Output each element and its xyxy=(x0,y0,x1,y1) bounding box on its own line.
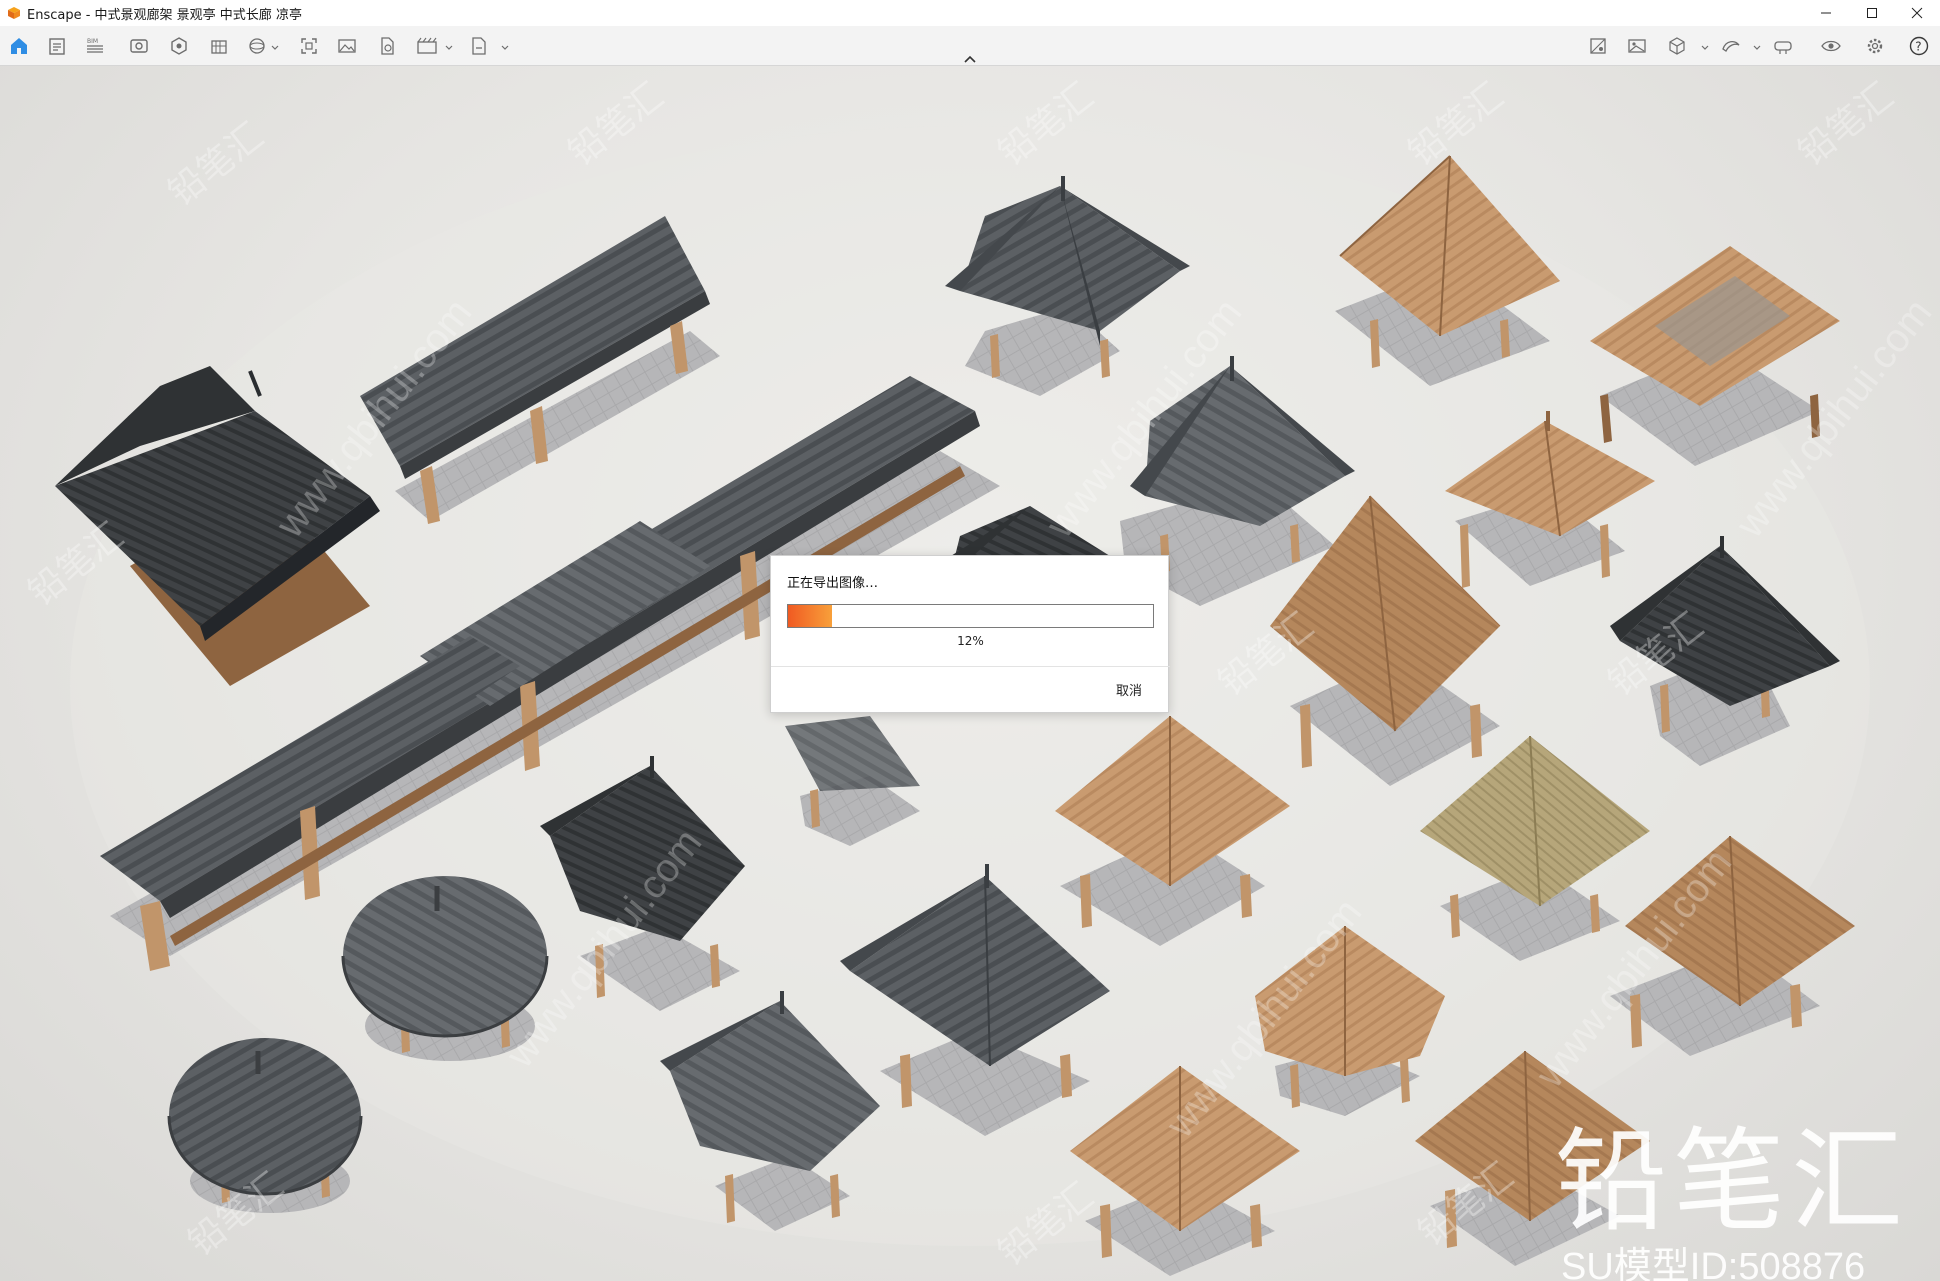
headset-button[interactable] xyxy=(1770,34,1796,58)
building-button[interactable] xyxy=(206,34,232,58)
building-icon xyxy=(211,40,227,54)
vr-button[interactable] xyxy=(1718,34,1744,58)
bim-icon: BIM xyxy=(87,38,103,53)
bim-button[interactable]: BIM xyxy=(82,34,108,58)
asset-library-button[interactable] xyxy=(166,34,192,58)
exe-export-button[interactable] xyxy=(466,34,492,58)
cube-icon xyxy=(1669,37,1685,55)
batch-render-button[interactable] xyxy=(374,34,400,58)
close-icon xyxy=(1911,7,1923,19)
cube-button[interactable] xyxy=(1664,34,1690,58)
dialog-divider xyxy=(771,666,1170,667)
image-icon xyxy=(1628,39,1646,53)
visibility-icon xyxy=(1821,40,1841,52)
vr-dropdown-icon[interactable] xyxy=(1752,44,1762,52)
progress-bar xyxy=(787,604,1154,628)
exe-export-icon xyxy=(472,37,486,55)
document-icon xyxy=(49,38,65,55)
batch-render-icon xyxy=(381,37,394,55)
cancel-button[interactable]: 取消 xyxy=(1116,680,1142,699)
views-icon xyxy=(249,38,265,54)
collapse-toolbar-icon[interactable] xyxy=(959,52,981,66)
screenshot-icon xyxy=(301,38,317,54)
material-editor-icon xyxy=(1590,38,1606,54)
enscape-logo-icon xyxy=(8,7,20,19)
svg-text:BIM: BIM xyxy=(87,38,98,45)
visual-settings-icon xyxy=(130,39,148,53)
export-progress-dialog: 正在导出图像… 12% 取消 xyxy=(770,555,1170,713)
video-export-icon xyxy=(417,37,437,54)
model-id-label: SU模型ID:508876 xyxy=(1561,1246,1866,1281)
brand-watermark: 铅笔汇 xyxy=(1555,1117,1909,1247)
video-export-button[interactable] xyxy=(414,34,440,58)
settings-button[interactable] xyxy=(1862,34,1888,58)
material-editor-button[interactable] xyxy=(1585,34,1611,58)
cube-dropdown-icon[interactable] xyxy=(1700,44,1710,52)
minimize-button[interactable] xyxy=(1803,0,1849,26)
home-button[interactable] xyxy=(6,34,32,58)
views-button[interactable] xyxy=(244,34,270,58)
maximize-icon xyxy=(1867,8,1877,18)
exe-dropdown-icon[interactable] xyxy=(500,44,510,52)
views-dropdown-icon[interactable] xyxy=(270,44,280,52)
image-button[interactable] xyxy=(1624,34,1650,58)
title-bar: Enscape - 中式景观廊架 景观亭 中式长廊 凉亭 xyxy=(0,0,1940,26)
svg-text:?: ? xyxy=(1915,40,1921,54)
dialog-message: 正在导出图像… xyxy=(787,576,879,591)
image-export-button[interactable] xyxy=(334,34,360,58)
help-button[interactable]: ? xyxy=(1906,34,1932,58)
document-button[interactable] xyxy=(44,34,70,58)
video-dropdown-icon[interactable] xyxy=(444,44,454,52)
window-title: Enscape - 中式景观廊架 景观亭 中式长廊 凉亭 xyxy=(27,7,302,23)
help-icon: ? xyxy=(1909,36,1929,56)
image-export-icon xyxy=(338,39,356,53)
home-icon xyxy=(11,38,27,54)
visual-settings-button[interactable] xyxy=(126,34,152,58)
headset-icon xyxy=(1774,41,1792,54)
settings-icon xyxy=(1867,38,1883,54)
progress-fill xyxy=(788,605,832,627)
close-button[interactable] xyxy=(1894,0,1940,26)
asset-library-icon xyxy=(171,37,187,55)
minimize-icon xyxy=(1821,12,1831,14)
progress-percent: 12% xyxy=(957,634,984,648)
screenshot-button[interactable] xyxy=(296,34,322,58)
visibility-button[interactable] xyxy=(1818,34,1844,58)
vr-icon xyxy=(1722,41,1740,52)
maximize-button[interactable] xyxy=(1849,0,1895,26)
